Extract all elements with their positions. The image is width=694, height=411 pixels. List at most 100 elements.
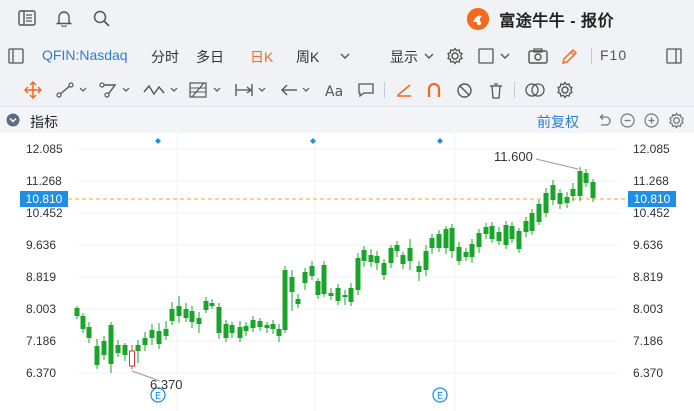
y-tick-right: 12.085 [633,142,670,156]
fibonacci-icon[interactable] [188,81,208,99]
wave-pattern-icon[interactable] [142,82,166,98]
candle-body [315,281,321,295]
tab-intraday[interactable]: 分时 [151,47,179,67]
toolbar-divider [384,82,385,98]
fibonacci-chevron-icon[interactable] [213,87,221,93]
candle-body [543,193,549,213]
candle-body [449,228,455,251]
note-comment-icon[interactable] [357,82,375,98]
channel-tool-icon[interactable] [99,82,117,98]
candle-body [483,227,489,234]
tab-daily-k[interactable]: 日K [250,47,273,67]
compare-chevron-icon[interactable] [500,53,510,60]
candle-body [129,350,135,367]
panel-layout-icon[interactable] [18,10,36,26]
overlay-compare-icon[interactable] [524,82,546,98]
candle-body [523,221,529,232]
y-tick-left: 8.819 [26,270,57,284]
candle-body [189,311,195,322]
candle-body [577,171,583,196]
text-tool-icon[interactable]: Aa [324,82,346,98]
undo-icon[interactable] [597,113,611,127]
ruler-angle-icon[interactable] [395,82,413,98]
candle-body [209,303,215,306]
zoom-in-icon[interactable] [644,113,659,128]
earnings-marker-text: E [155,391,161,402]
display-chevron-icon[interactable] [424,53,434,60]
candle-body [394,245,400,251]
ticker-symbol[interactable]: QFIN:Nasdaq [42,47,128,63]
candle-body [496,232,502,241]
candle-body [443,229,449,248]
candle-body [156,331,162,344]
indicator-label[interactable]: 指标 [30,112,58,132]
collapse-indicator-icon[interactable] [6,113,20,127]
candle-body [135,345,141,351]
app-brand: 富途牛牛 - 报价 [467,7,614,31]
candle-body [436,234,442,248]
futu-logo-icon [467,8,490,30]
candle-body [74,308,80,316]
sidebar-toggle-icon[interactable] [8,48,24,64]
candle-body [169,309,175,321]
candle-body [400,255,406,264]
hide-drawings-icon[interactable] [456,82,473,99]
pencil-icon[interactable] [561,47,579,65]
y-tick-right: 6.370 [633,366,664,380]
price-adjust-label[interactable]: 前复权 [537,112,579,132]
earnings-marker-text: E [437,391,443,402]
drawing-settings-icon[interactable] [556,81,574,99]
bell-icon[interactable] [56,10,72,27]
tab-multi-day[interactable]: 多日 [196,47,224,67]
move-crosshair-icon[interactable] [24,81,42,99]
y-tick-left: 12.085 [26,142,63,156]
candle-body [529,213,535,231]
candle-body [94,346,100,365]
wave-chevron-icon[interactable] [170,87,178,93]
display-menu-label[interactable]: 显示 [390,47,418,67]
measure-range-icon[interactable] [234,82,254,98]
candle-body [203,301,209,310]
settings-icon[interactable] [446,47,464,65]
candle-body [342,295,348,297]
search-icon[interactable] [93,10,110,27]
y-tick-left: 8.003 [26,302,57,316]
window-layout-icon[interactable] [666,48,682,64]
y-tick-right: 8.003 [633,302,664,316]
window-title: 富途牛牛 - 报价 [499,13,614,30]
candle-body [469,244,475,257]
y-tick-right: 10.452 [633,206,670,220]
candle-body [590,182,596,198]
f10-button[interactable]: F10 [600,47,627,63]
tab-weekly-k[interactable]: 周K [296,47,319,67]
compare-box-icon[interactable] [478,48,494,64]
zoom-out-icon[interactable] [620,113,635,128]
candle-body [368,255,374,262]
trend-line-chevron-icon[interactable] [79,87,87,93]
arrow-chevron-icon[interactable] [302,87,310,93]
low-price-label: 6.370 [150,377,183,392]
candle-body [381,263,387,275]
candle-body [583,173,589,183]
measure-chevron-icon[interactable] [258,87,266,93]
camera-icon[interactable] [528,48,548,64]
magnet-icon[interactable] [426,82,442,98]
candle-body [276,329,282,336]
trash-icon[interactable] [488,82,504,99]
candle-body [407,248,413,261]
candle-body [115,345,121,353]
chart-settings-icon[interactable] [668,112,685,129]
candlestick-chart[interactable]: EE 12.085 11.268 10.452 9.636 8.819 8.00… [0,133,694,411]
y-tick-right: 9.636 [633,238,664,252]
candle-body [456,247,462,261]
chart-canvas[interactable]: EE [0,133,694,411]
svg-text:Aa: Aa [325,84,343,98]
candle-body [149,330,155,338]
chevron-down-icon[interactable] [340,53,350,60]
channel-chevron-icon[interactable] [122,87,130,93]
trend-line-icon[interactable] [56,82,74,98]
arrow-left-icon[interactable] [280,83,298,97]
candle-body [176,306,182,316]
indicator-bar: 指标 前复权 [0,107,694,133]
y-tick-left: 11.268 [26,174,62,188]
